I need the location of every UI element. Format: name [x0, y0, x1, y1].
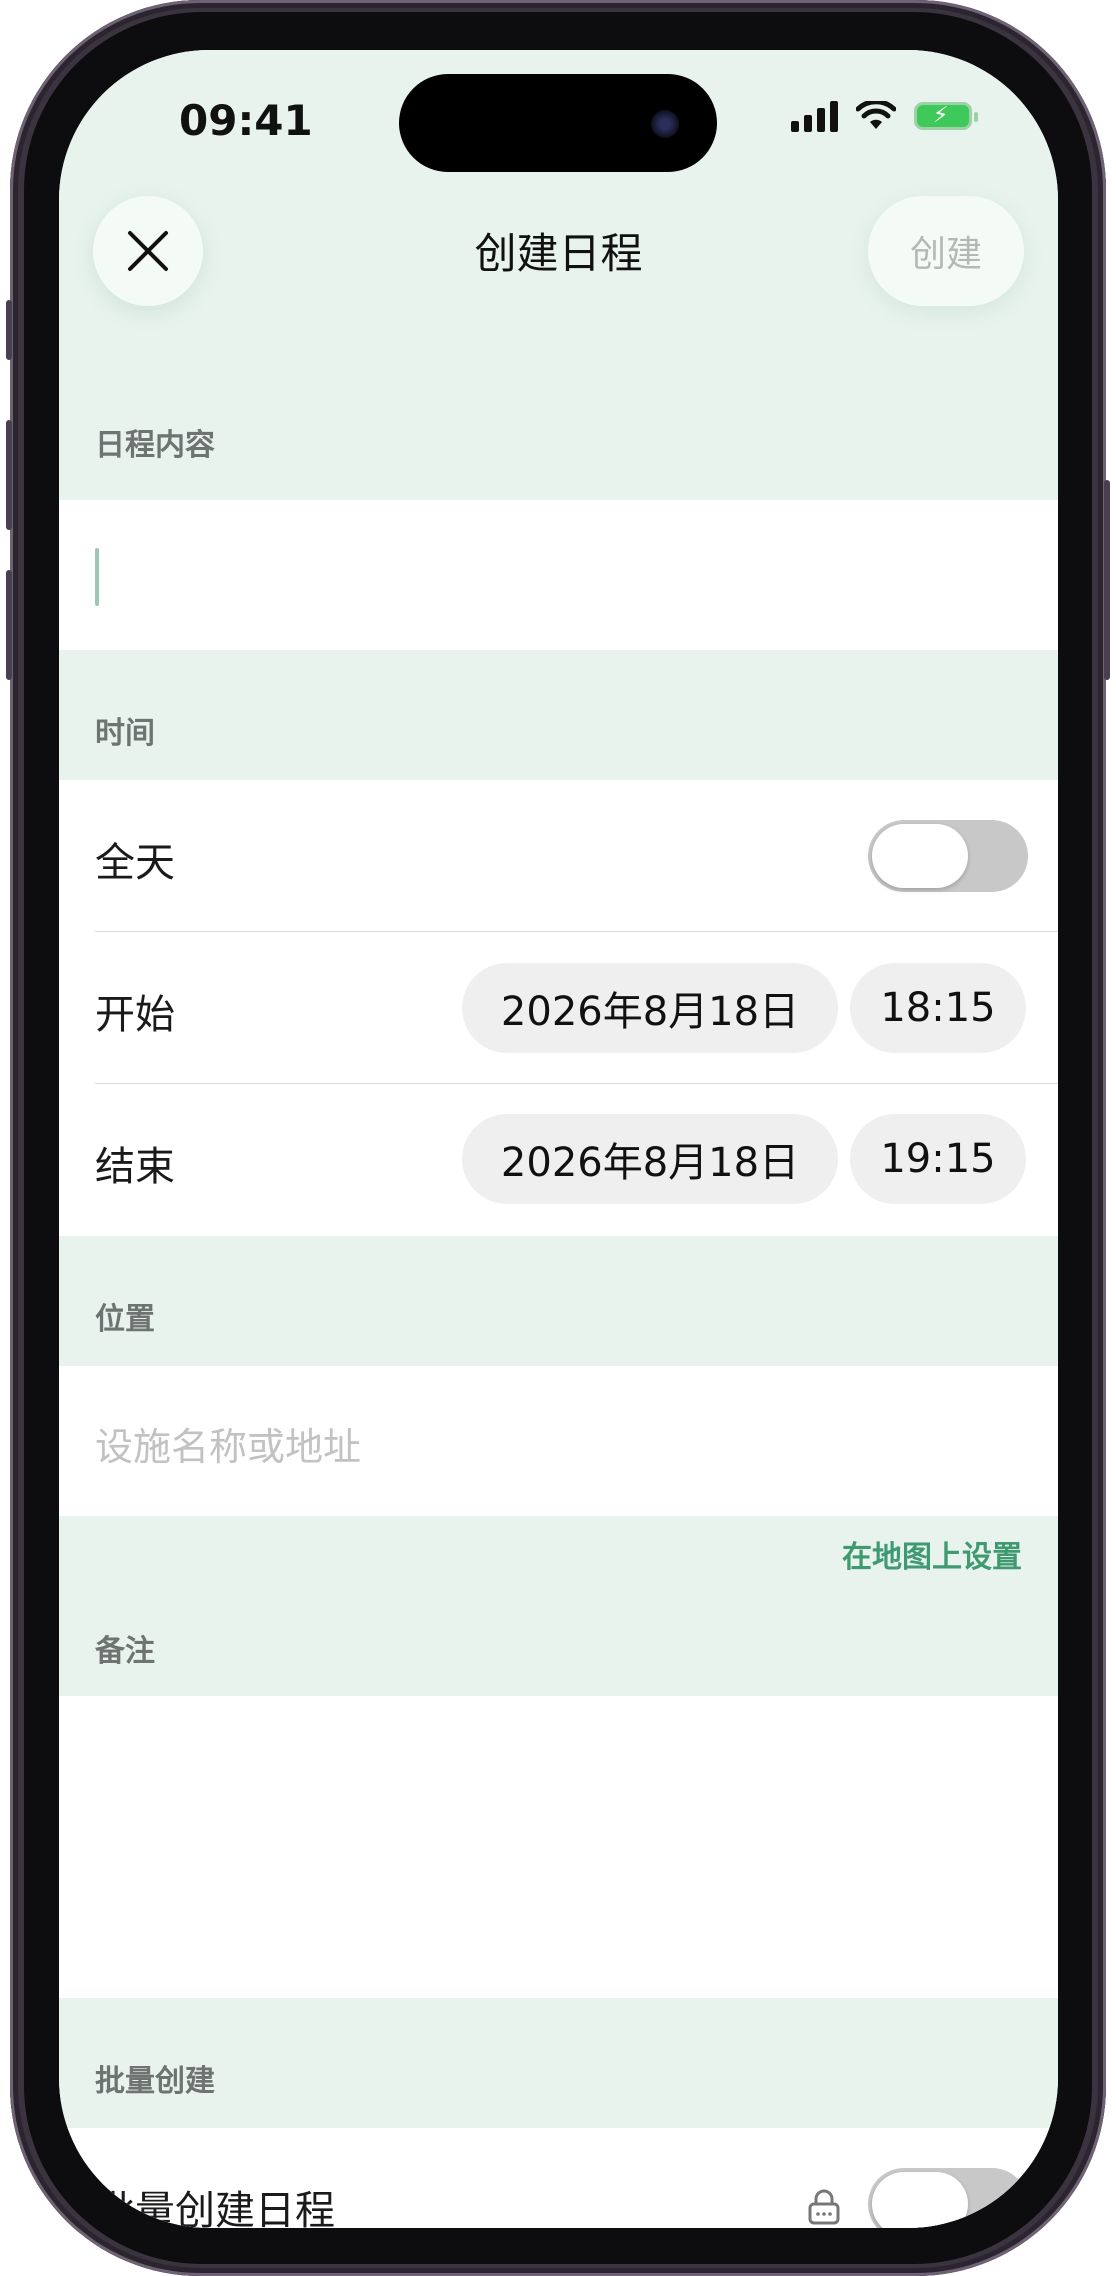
all-day-label: 全天 — [95, 840, 175, 886]
dynamic-island — [399, 74, 717, 172]
content-input[interactable] — [59, 500, 1058, 650]
toggle-knob — [872, 2172, 968, 2228]
toggle-knob — [872, 824, 968, 888]
end-row: 结束 2026年8月18日 19:15 — [59, 1084, 1058, 1236]
start-time-button[interactable]: 18:15 — [850, 963, 1026, 1053]
end-label: 结束 — [95, 1144, 175, 1190]
end-date-button[interactable]: 2026年8月18日 — [462, 1114, 838, 1204]
location-input[interactable]: 设施名称或地址 — [59, 1366, 1058, 1516]
power-button — [1104, 480, 1110, 680]
create-button[interactable]: 创建 — [868, 196, 1024, 306]
lock-icon — [808, 2189, 840, 2225]
batch-create-row: 批量创建日程 — [59, 2128, 1058, 2228]
location-section-header: 位置 — [59, 1236, 1058, 1366]
wifi-icon — [856, 101, 896, 129]
location-section-title: 位置 — [95, 1302, 155, 1337]
batch-section-header: 批量创建 — [59, 1998, 1058, 2128]
content-section-header: 日程内容 — [59, 390, 1058, 500]
action-button — [6, 300, 12, 360]
signal-icon — [791, 100, 838, 132]
camera-icon — [651, 110, 679, 138]
text-caret — [95, 548, 99, 606]
end-time-button[interactable]: 19:15 — [850, 1114, 1026, 1204]
content-section-title: 日程内容 — [95, 428, 215, 463]
time-section-header: 时间 — [59, 650, 1058, 780]
start-label: 开始 — [95, 992, 175, 1038]
all-day-row: 全天 — [59, 780, 1058, 932]
status-icons: ⚡ — [791, 100, 978, 132]
screen: 09:41 ⚡ 创建日程 创建 日程内容 时间 全天 开始 2026年8月18日… — [59, 50, 1058, 2228]
notes-section-header: 在地图上设置 备注 — [59, 1516, 1058, 1696]
batch-create-label: 批量创建日程 — [95, 2188, 335, 2228]
all-day-toggle[interactable] — [868, 820, 1028, 892]
notes-section-title: 备注 — [95, 1634, 155, 1669]
start-date-button[interactable]: 2026年8月18日 — [462, 963, 838, 1053]
location-placeholder: 设施名称或地址 — [95, 1425, 362, 1469]
start-row: 开始 2026年8月18日 18:15 — [59, 932, 1058, 1084]
batch-section-title: 批量创建 — [95, 2064, 215, 2099]
batch-create-toggle[interactable] — [868, 2168, 1028, 2228]
volume-down-button — [6, 570, 12, 680]
battery-icon: ⚡ — [914, 102, 978, 130]
time-section-title: 时间 — [95, 716, 155, 751]
volume-up-button — [6, 420, 12, 530]
status-time: 09:41 — [179, 96, 313, 145]
set-on-map-link[interactable]: 在地图上设置 — [842, 1532, 1022, 1576]
notes-input[interactable] — [59, 1696, 1058, 1998]
